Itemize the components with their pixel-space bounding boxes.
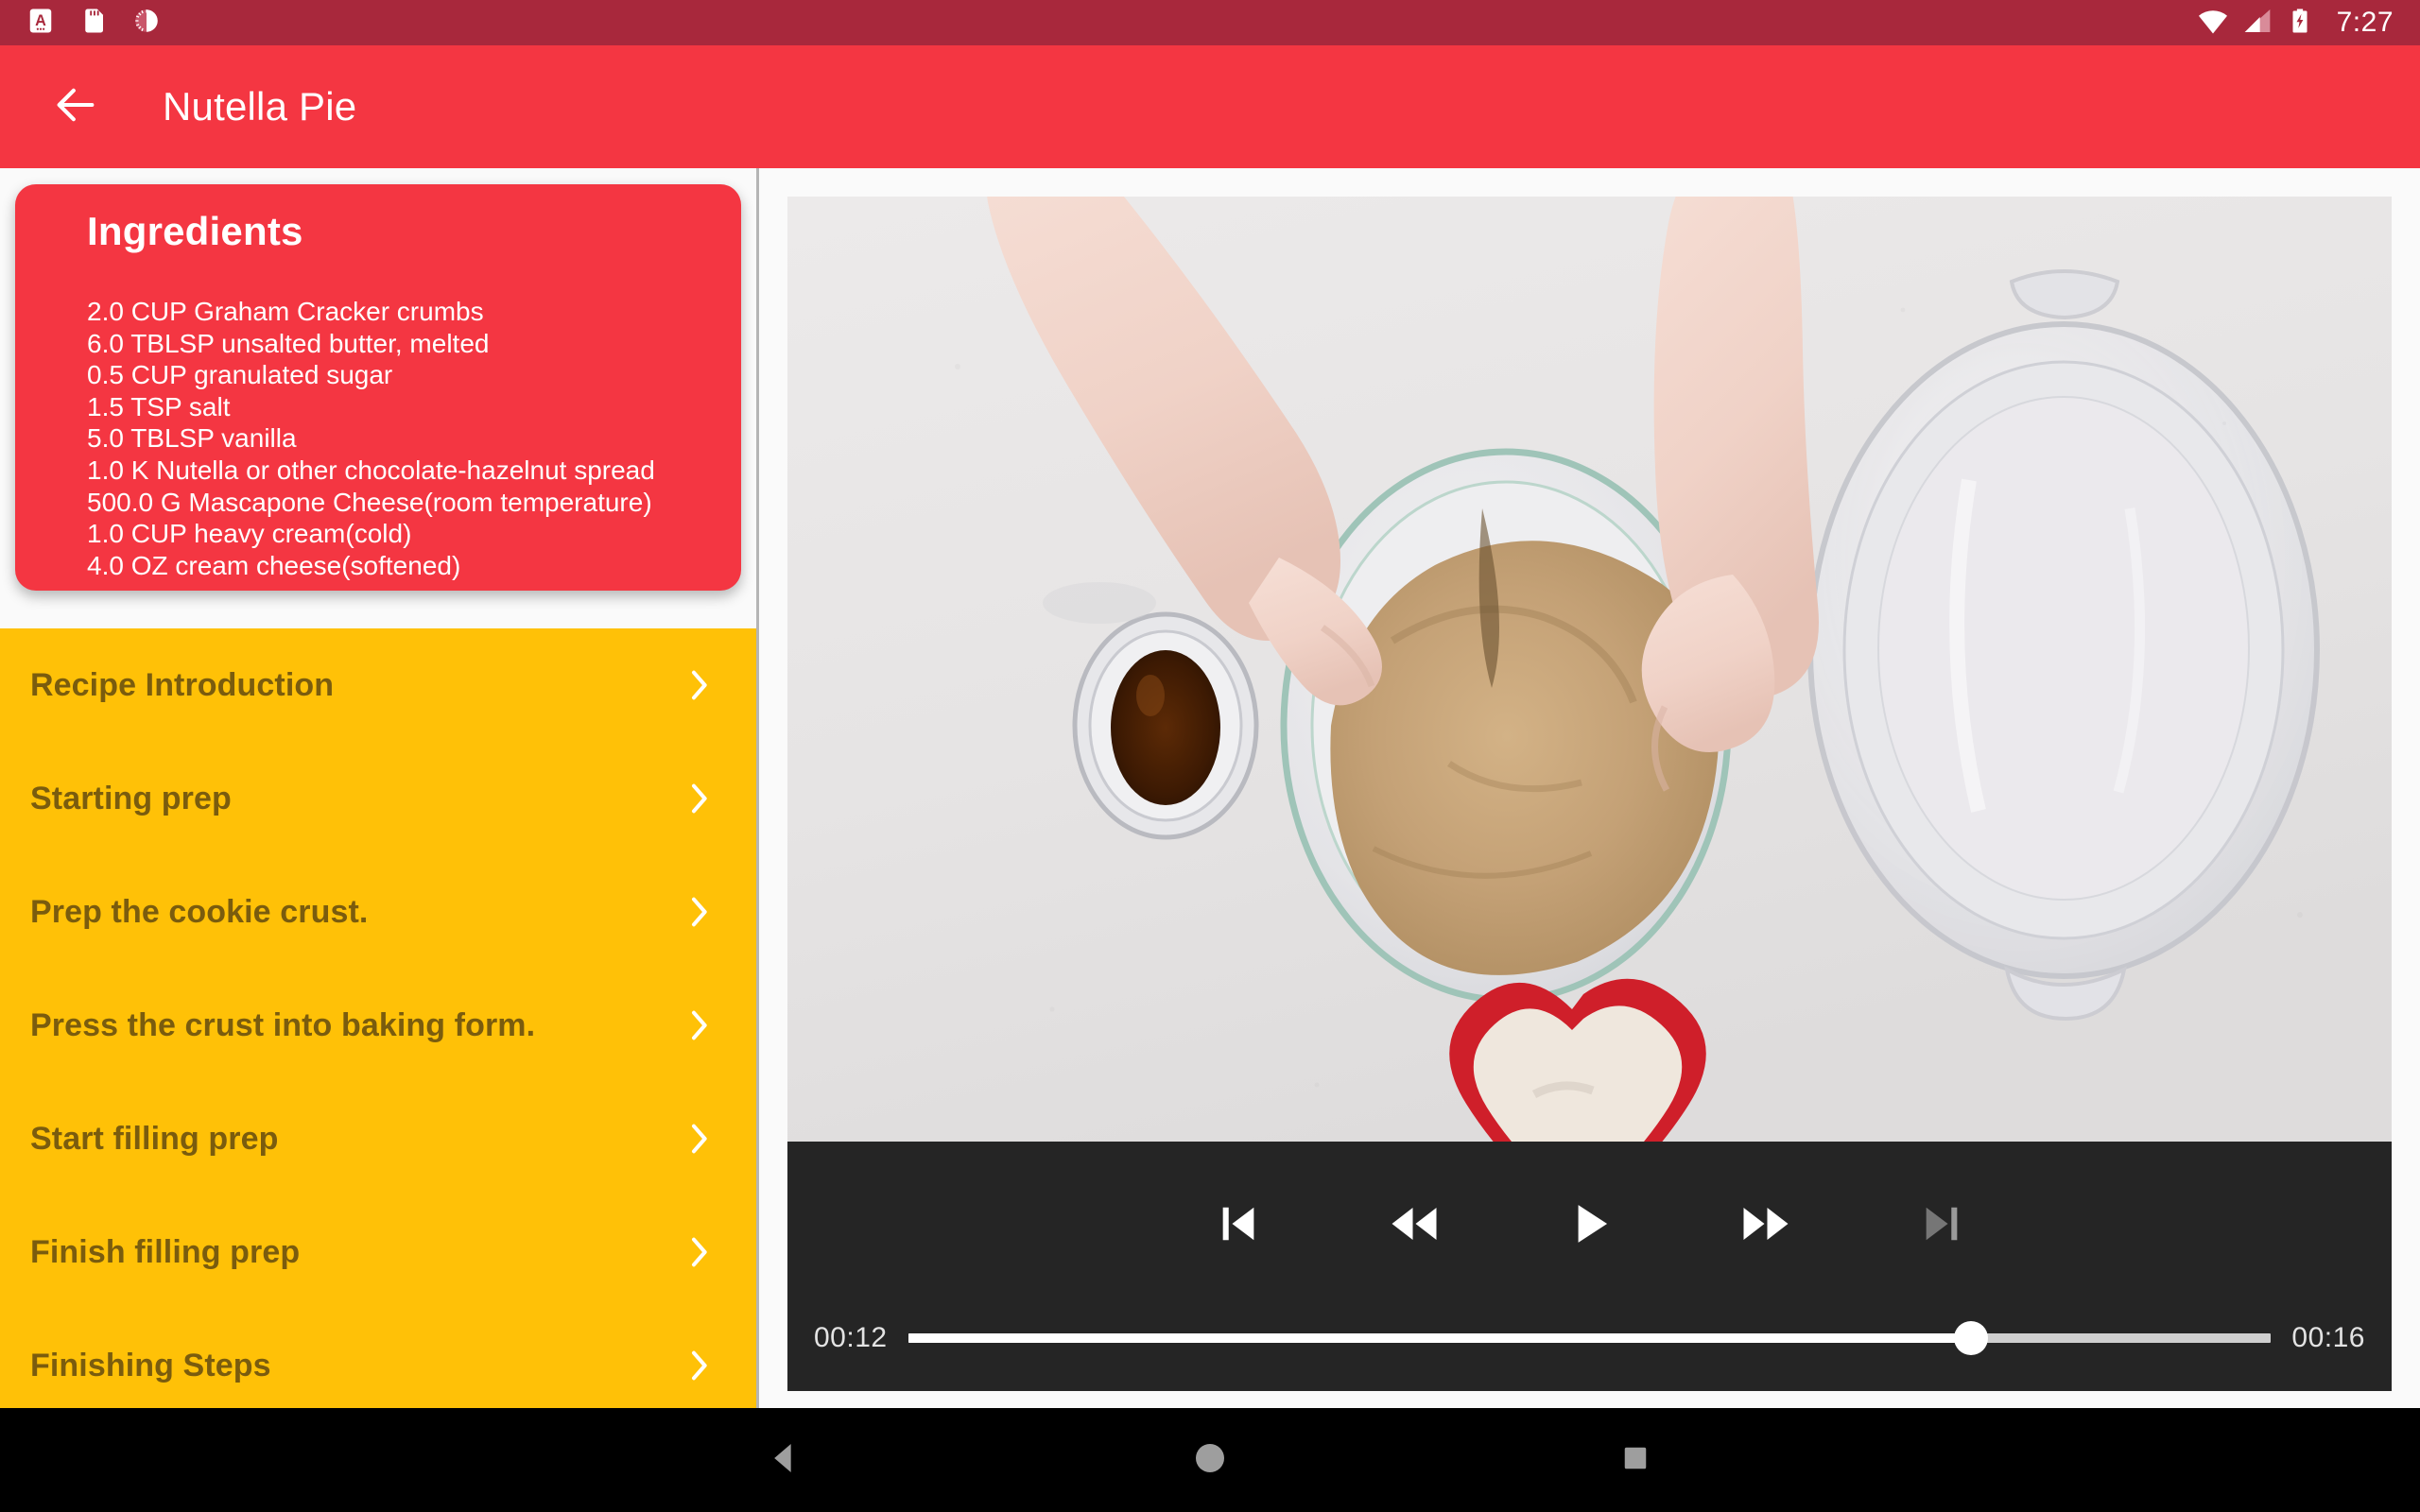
ingredients-list: 2.0 CUP Graham Cracker crumbs 6.0 TBLSP …: [87, 296, 741, 581]
chevron-right-icon: [686, 893, 711, 931]
video-surface[interactable]: [787, 197, 2392, 1142]
ingredient-item: 1.0 CUP heavy cream(cold): [87, 518, 741, 550]
nav-home-icon: [1191, 1439, 1229, 1482]
player-transport-controls: [787, 1164, 2392, 1287]
nav-home-button[interactable]: [1172, 1422, 1248, 1498]
fast-forward-button[interactable]: [1730, 1190, 1802, 1262]
right-pane: 00:12 00:16: [759, 168, 2420, 1408]
play-icon: [1561, 1194, 1619, 1258]
chevron-right-icon: [686, 780, 711, 817]
app-bar: Nutella Pie: [0, 45, 2420, 168]
arrow-left-icon: [51, 80, 100, 134]
status-bar-right-icons: 7:27: [2197, 5, 2394, 42]
sidebar-item-finishing-steps[interactable]: Finishing Steps: [0, 1309, 756, 1408]
chevron-right-icon: [686, 1347, 711, 1384]
step-label: Recipe Introduction: [30, 667, 686, 704]
ingredients-title: Ingredients: [87, 209, 741, 254]
recipe-steps-list: Recipe Introduction Starting prep Prep t…: [0, 628, 756, 1408]
page-title: Nutella Pie: [163, 84, 356, 129]
video-still-image: [787, 197, 2392, 1142]
status-bar: A: [0, 0, 2420, 45]
circular-progress-icon: [132, 7, 161, 40]
ingredient-item: 4.0 OZ cream cheese(softened): [87, 550, 741, 582]
content-area: Ingredients 2.0 CUP Graham Cracker crumb…: [0, 168, 2420, 1408]
left-pane: Ingredients 2.0 CUP Graham Cracker crumb…: [0, 168, 756, 1408]
sd-card-icon: [79, 7, 108, 40]
seek-bar[interactable]: [908, 1308, 2272, 1368]
sidebar-item-press-the-crust-into-baking-form[interactable]: Press the crust into baking form.: [0, 969, 756, 1082]
sidebar-item-finish-filling-prep[interactable]: Finish filling prep: [0, 1195, 756, 1309]
ingredient-item: 1.5 TSP salt: [87, 391, 741, 423]
ingredient-item: 6.0 TBLSP unsalted butter, melted: [87, 328, 741, 360]
chevron-right-icon: [686, 1006, 711, 1044]
sidebar-item-recipe-introduction[interactable]: Recipe Introduction: [0, 628, 756, 742]
step-label: Press the crust into baking form.: [30, 1007, 686, 1044]
status-bar-clock: 7:27: [2337, 7, 2394, 39]
skip-previous-button[interactable]: [1202, 1190, 1274, 1262]
player-seek-row: 00:12 00:16: [787, 1308, 2392, 1368]
step-label: Finish filling prep: [30, 1234, 686, 1271]
sidebar-item-starting-prep[interactable]: Starting prep: [0, 742, 756, 855]
wifi-icon: [2197, 5, 2229, 42]
fast-forward-icon: [1737, 1195, 1794, 1257]
nav-recents-button[interactable]: [1598, 1422, 1673, 1498]
seek-thumb[interactable]: [1954, 1321, 1988, 1355]
ingredient-item: 1.0 K Nutella or other chocolate-hazelnu…: [87, 455, 741, 487]
play-button[interactable]: [1554, 1190, 1626, 1262]
nav-back-icon: [766, 1439, 804, 1482]
status-bar-left-icons: A: [26, 7, 161, 40]
step-label: Starting prep: [30, 781, 686, 817]
ingredient-item: 5.0 TBLSP vanilla: [87, 422, 741, 455]
rewind-button[interactable]: [1378, 1190, 1450, 1262]
step-label: Finishing Steps: [30, 1348, 686, 1384]
system-navigation-bar: [0, 1408, 2420, 1512]
app-bar-back-button[interactable]: [45, 77, 106, 137]
step-label: Start filling prep: [30, 1121, 686, 1158]
ingredient-item: 0.5 CUP granulated sugar: [87, 359, 741, 391]
svg-text:A: A: [35, 12, 46, 29]
video-player[interactable]: 00:12 00:16: [787, 197, 2392, 1391]
current-time-label: 00:12: [814, 1322, 888, 1354]
ingredient-item: 2.0 CUP Graham Cracker crumbs: [87, 296, 741, 328]
letter-a-notification-icon: A: [26, 7, 55, 40]
nav-back-button[interactable]: [747, 1422, 822, 1498]
skip-previous-icon: [1212, 1197, 1265, 1255]
seek-progress-fill: [908, 1333, 1972, 1343]
nav-recents-icon: [1618, 1441, 1652, 1480]
sidebar-item-start-filling-prep[interactable]: Start filling prep: [0, 1082, 756, 1195]
cellular-signal-icon: [2242, 6, 2273, 41]
player-control-bar: 00:12 00:16: [787, 1142, 2392, 1391]
sidebar-item-prep-the-cookie-crust[interactable]: Prep the cookie crust.: [0, 855, 756, 969]
battery-charging-icon: [2286, 7, 2314, 40]
total-time-label: 00:16: [2291, 1322, 2365, 1354]
ingredient-item: 500.0 G Mascapone Cheese(room temperatur…: [87, 487, 741, 519]
chevron-right-icon: [686, 1233, 711, 1271]
chevron-right-icon: [686, 1120, 711, 1158]
rewind-icon: [1386, 1195, 1443, 1257]
app-root: A: [0, 0, 2420, 1512]
chevron-right-icon: [686, 666, 711, 704]
skip-next-button[interactable]: [1906, 1190, 1978, 1262]
ingredients-card: Ingredients 2.0 CUP Graham Cracker crumb…: [15, 184, 741, 591]
step-label: Prep the cookie crust.: [30, 894, 686, 931]
skip-next-icon: [1915, 1197, 1968, 1255]
